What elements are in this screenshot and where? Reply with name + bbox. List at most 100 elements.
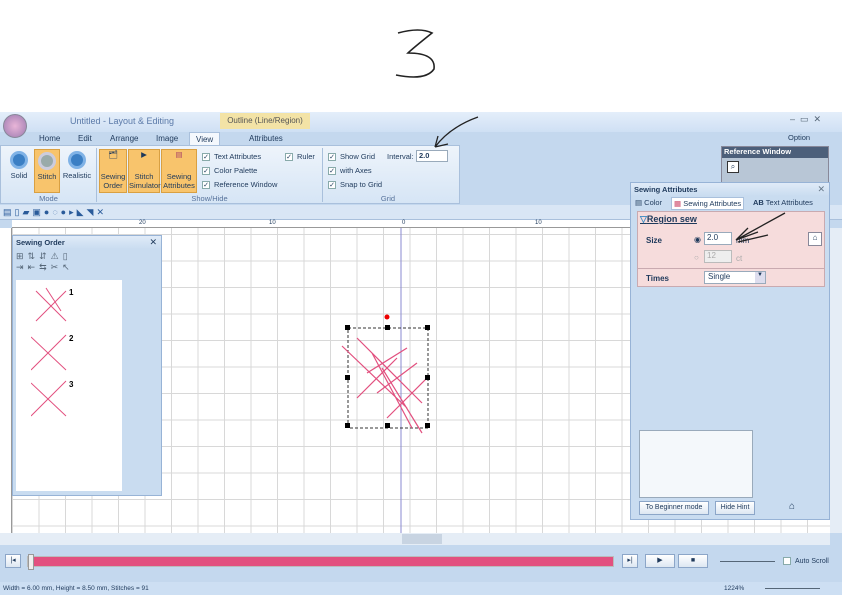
progress-handle[interactable] [28,554,34,570]
vertical-scrollbar[interactable] [830,228,842,533]
reference-window-checkbox[interactable]: ✓ Reference Window [202,178,277,191]
tab-edit[interactable]: Edit [72,132,98,145]
hint-area [639,430,753,498]
context-tab-header: Outline (Line/Region) [220,113,310,129]
snap-to-grid-checkbox[interactable]: ✓ Snap to Grid [328,178,382,191]
sewing-order-label: Sewing Order [100,172,126,190]
ruler-tick: 10 [269,220,276,226]
sewing-icon: ▦ [674,199,682,208]
reference-window-label: Reference Window [214,180,278,189]
tab-text-attributes[interactable]: AB Text Attributes [753,198,813,207]
app-logo-button[interactable] [3,114,27,138]
times-label: Times [646,274,669,283]
horizontal-scrollbar[interactable] [0,533,830,545]
interval-label: Interval: [387,152,414,161]
with-axes-label: with Axes [340,166,372,175]
stop-button[interactable]: ■ [678,554,708,568]
stitch-label: Stitch [37,172,57,181]
sewing-order-title: Sewing Order [13,236,161,249]
grid-group-label: Grid [380,194,396,203]
text-attributes-checkbox[interactable]: ✓ Text Attributes [202,150,261,163]
sewing-order-item[interactable]: 3 [30,378,73,418]
scroll-thumb[interactable] [402,534,442,544]
sewing-order-panel: Sewing Order ✕ ⊞⇅⇵⚠▯ ⇥⇤⇆✂↖ 1 2 3 [12,235,162,496]
status-bar: Width = 6.00 mm, Height = 8.50 mm, Stitc… [0,582,842,595]
play-button[interactable]: ▶ [645,554,675,568]
item-number: 2 [69,334,74,343]
ruler-label: Ruler [297,152,315,161]
stitch-progress-bar[interactable] [27,554,614,570]
auto-scroll-checkbox[interactable]: Auto Scroll [783,555,829,568]
show-grid-label: Show Grid [340,152,376,161]
beginner-mode-button[interactable]: To Beginner mode [639,501,709,515]
zoom-slider[interactable] [765,588,820,589]
skip-start-button[interactable]: |◂ [5,554,21,568]
preset-icon[interactable]: ⌂ [808,232,822,246]
tab-image[interactable]: Image [150,132,184,145]
solid-icon [10,151,28,169]
stitch-simulator-button[interactable]: ▶ Stitch Simulator [128,149,161,193]
snap-to-grid-label: Snap to Grid [340,180,383,189]
annotation-arrow [735,212,786,243]
realistic-mode-button[interactable]: Realistic [62,149,92,193]
close-icon[interactable]: ✕ [817,184,825,195]
ruler-tick: 0 [402,220,406,226]
sewing-order-icon: 🗂 [108,150,118,159]
item-number: 1 [69,288,74,297]
sewing-order-item[interactable]: 2 [30,332,74,372]
tab-view[interactable]: View [189,132,221,145]
ruler-tick: 10 [535,220,542,226]
step-number-annotation [390,25,445,83]
reference-window-title: Reference Window [722,147,828,158]
tab-home[interactable]: Home [33,132,66,145]
realistic-label: Realistic [62,171,92,180]
skip-end-button[interactable]: ▸| [622,554,638,568]
size-count-input[interactable]: 12 [704,250,732,263]
size-count-radio[interactable]: ○ [694,253,699,262]
option-menu[interactable]: Option [788,133,810,142]
ribbon: Solid Stitch Realistic Mode 🗂 Sewing Orde… [0,145,460,204]
sewing-attributes-label: Sewing Attributes [163,172,195,190]
vertical-ruler [0,228,12,533]
tab-color[interactable]: ▤ Color [635,198,662,207]
tab-sewing-attributes[interactable]: ▦ Sewing Attributes [671,197,745,210]
stitch-simulator-icon: ▶ [141,150,147,159]
home-icon[interactable]: ⌂ [789,501,795,512]
chevron-down-icon: ▼ [755,272,765,283]
with-axes-checkbox[interactable]: ✓ with Axes [328,164,372,177]
solid-label: Solid [10,171,28,180]
sewing-order-list[interactable]: 1 2 3 [16,280,122,491]
sewing-attributes-button[interactable]: ▤ Sewing Attributes [161,149,197,193]
window-controls[interactable]: – ▭ ✕ [790,114,821,125]
ruler-checkbox[interactable]: ✓ Ruler [285,150,315,163]
sewing-order-item[interactable]: 1 [31,286,74,326]
color-palette-checkbox[interactable]: ✓ Color Palette [202,164,257,177]
tab-attributes[interactable]: Attributes [243,132,289,145]
zoom-fit-icon[interactable]: ⌕ [727,161,739,173]
sewing-attributes-title: Sewing Attributes [631,183,829,196]
stitch-icon [38,152,56,170]
tab-label: Color [644,198,663,207]
times-value: Single [708,272,731,281]
tab-label: Text Attributes [765,198,813,207]
tab-label: Sewing Attributes [683,199,742,208]
sewing-attributes-icon: ▤ [175,150,183,159]
sewing-order-toolbar[interactable]: ⊞⇅⇵⚠▯ ⇥⇤⇆✂↖ [16,251,74,273]
times-select[interactable]: Single ▼ [704,271,766,284]
speed-slider[interactable] [720,561,775,562]
divider [638,268,824,269]
toolbar-icons[interactable]: ▤▯▰▣●◌●▸◣◥✕ [3,207,107,218]
size-mm-radio[interactable]: ◉ [694,235,701,244]
solid-mode-button[interactable]: Solid [6,149,32,193]
sewing-order-button[interactable]: 🗂 Sewing Order [99,149,127,193]
tab-arrange[interactable]: Arrange [104,132,144,145]
show-grid-checkbox[interactable]: ✓ Show Grid [328,150,375,163]
hide-hint-button[interactable]: Hide Hint [715,501,755,515]
section-title: Region sew [646,214,697,224]
zoom-level: 1224% [724,585,745,592]
close-icon[interactable]: ✕ [149,237,157,248]
color-palette-label: Color Palette [214,166,258,175]
mode-group-label: Mode [39,194,58,203]
status-text: Width = 6.00 mm, Height = 8.50 mm, Stitc… [3,585,149,592]
stitch-mode-button[interactable]: Stitch [34,149,60,193]
